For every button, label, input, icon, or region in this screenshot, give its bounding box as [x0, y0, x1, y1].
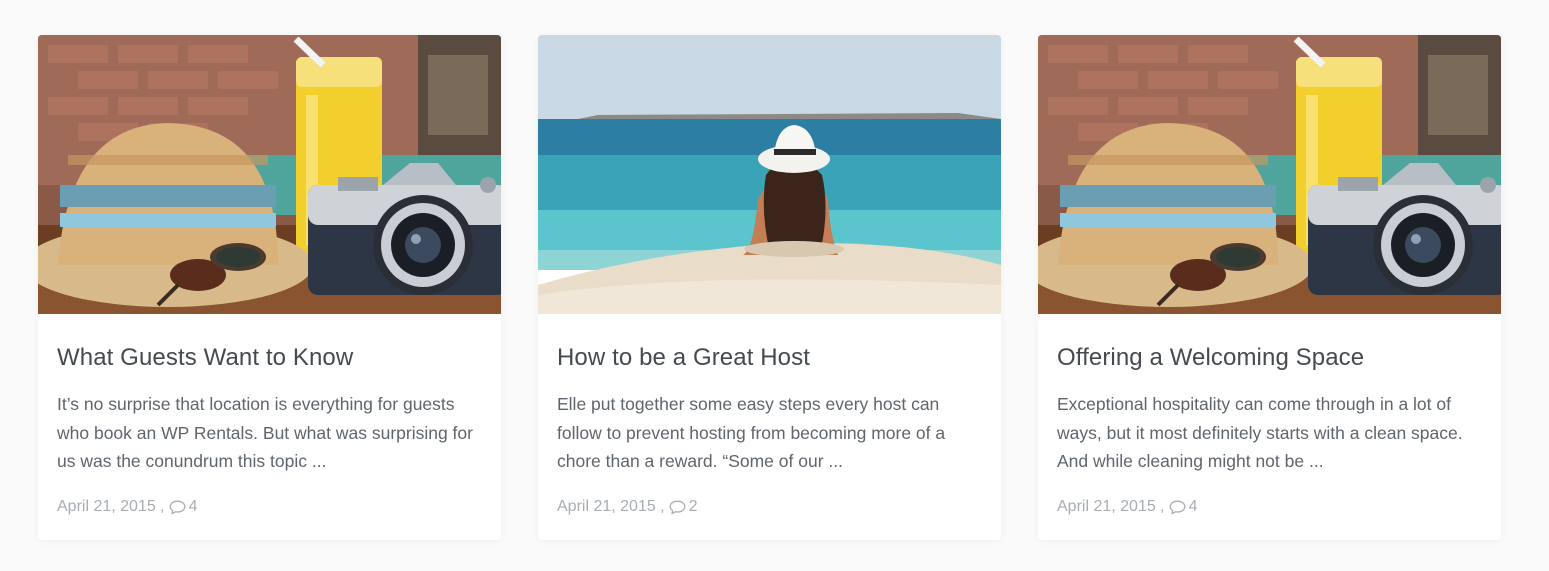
blog-card-title[interactable]: How to be a Great Host [557, 343, 982, 373]
woman-at-sea-photo [538, 35, 1001, 314]
blog-card: Offering a Welcoming Space Exceptional h… [1038, 35, 1501, 540]
post-date: April 21, 2015 , [57, 497, 165, 515]
comment-count[interactable]: 4 [1189, 498, 1198, 516]
comment-icon [169, 500, 186, 515]
blog-card-title[interactable]: Offering a Welcoming Space [1057, 343, 1482, 373]
blog-card: How to be a Great Host Elle put together… [538, 35, 1001, 540]
post-date: April 21, 2015 , [1057, 497, 1165, 515]
post-date: April 21, 2015 , [557, 497, 665, 515]
blog-card-title[interactable]: What Guests Want to Know [57, 343, 482, 373]
blog-card-body: Offering a Welcoming Space Exceptional h… [1038, 343, 1501, 516]
blog-card-meta: April 21, 2015 , 4 [1057, 498, 1482, 516]
beach-table-photo [1038, 35, 1501, 314]
blog-card-image[interactable] [538, 35, 1001, 314]
blog-card-body: What Guests Want to Know It’s no surpris… [38, 343, 501, 516]
comment-count[interactable]: 2 [689, 498, 698, 516]
blog-card-meta: April 21, 2015 , 4 [57, 498, 482, 516]
comment-icon [1169, 500, 1186, 515]
comment-icon [669, 500, 686, 515]
beach-table-photo [38, 35, 501, 314]
blog-card-image[interactable] [1038, 35, 1501, 314]
blog-card-image[interactable] [38, 35, 501, 314]
blog-card: What Guests Want to Know It’s no surpris… [38, 35, 501, 540]
blog-card-excerpt: Elle put together some easy steps every … [557, 394, 946, 471]
blog-card-excerpt: Exceptional hospitality can come through… [1057, 394, 1463, 471]
blog-card-body: How to be a Great Host Elle put together… [538, 343, 1001, 516]
comment-count[interactable]: 4 [189, 498, 198, 516]
blog-card-excerpt: It’s no surprise that location is everyt… [57, 394, 473, 471]
blog-card-meta: April 21, 2015 , 2 [557, 498, 982, 516]
